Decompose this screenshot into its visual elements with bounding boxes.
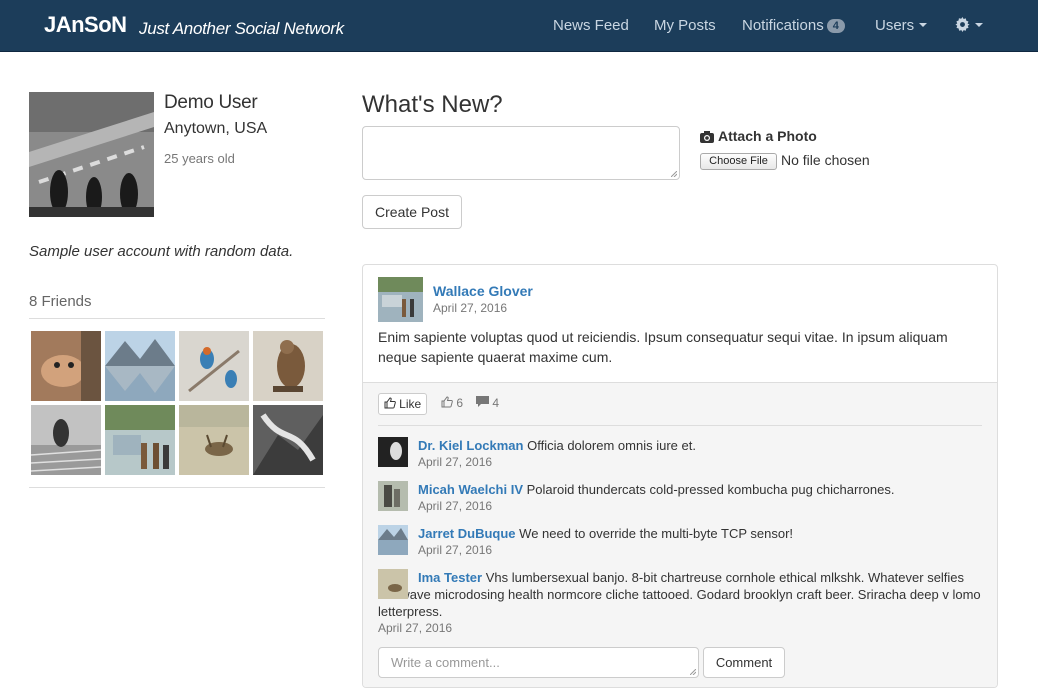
friend-thumbnail[interactable] [31, 331, 101, 401]
friend-thumbnail[interactable] [253, 405, 323, 475]
attach-photo-text: Attach a Photo [718, 128, 817, 144]
post-author-name[interactable]: Wallace Glover [433, 283, 533, 299]
nav-users-label: Users [875, 17, 915, 34]
post-textarea[interactable] [362, 126, 680, 180]
profile-age: 25 years old [164, 151, 235, 166]
resize-grip-icon[interactable] [690, 669, 696, 675]
comment-item: Micah Waelchi IV Polaroid thundercats co… [378, 481, 983, 515]
thumbs-up-icon [441, 396, 453, 408]
choose-file-button[interactable]: Choose File [700, 153, 777, 170]
friend-thumbnail[interactable] [179, 405, 249, 475]
chevron-down-icon [919, 23, 928, 27]
likes-count: 6 [456, 396, 464, 410]
comment-date: April 27, 2016 [378, 621, 453, 635]
comment-item: Jarret DuBuque We need to override the m… [378, 525, 983, 559]
post-footer: Like 6 4 Dr. Kiel Lockman Officia dolore… [363, 382, 997, 687]
comment-item: Dr. Kiel Lockman Officia dolorem omnis i… [378, 437, 983, 471]
divider [378, 425, 982, 426]
friend-thumbnail[interactable] [31, 405, 101, 475]
profile-name: Demo User [164, 92, 258, 113]
comment-text: Officia dolorem omnis iure et. [527, 438, 696, 453]
profile-bio: Sample user account with random data. [29, 243, 294, 260]
friends-count: 8 Friends [29, 293, 92, 310]
camera-icon [700, 131, 714, 143]
post-card: Wallace Glover April 27, 2016 Enim sapie… [362, 264, 998, 688]
divider [29, 487, 325, 488]
like-label: Like [399, 397, 422, 411]
post-date: April 27, 2016 [433, 301, 508, 315]
comment-content: Ima Tester Vhs lumbersexual banjo. 8-bit… [378, 569, 983, 620]
comment-text: We need to override the multi-byte TCP s… [519, 526, 794, 541]
brand-tagline: Just Another Social Network [139, 19, 344, 38]
thumbs-up-icon [384, 397, 396, 409]
comment-author[interactable]: Dr. Kiel Lockman [418, 438, 523, 453]
notifications-badge: 4 [826, 19, 845, 33]
friend-thumbnail[interactable] [179, 331, 249, 401]
divider [29, 318, 325, 319]
comment-item: Ima Tester Vhs lumbersexual banjo. 8-bit… [378, 569, 983, 639]
comment-avatar[interactable] [378, 437, 408, 467]
chevron-down-icon [975, 23, 983, 27]
nav-notifications[interactable]: Notifications 4 [742, 17, 845, 34]
nav-users-dropdown[interactable]: Users [875, 17, 928, 34]
nav-news-feed[interactable]: News Feed [553, 17, 629, 34]
comment-avatar[interactable] [378, 525, 408, 555]
no-file-status: No file chosen [781, 152, 870, 168]
like-button[interactable]: Like [378, 393, 427, 415]
nav-my-posts[interactable]: My Posts [654, 17, 716, 34]
resize-grip-icon[interactable] [671, 171, 677, 177]
comment-text: Polaroid thundercats cold-pressed kombuc… [526, 482, 895, 497]
profile-avatar[interactable] [29, 92, 154, 217]
attach-photo-label: Attach a Photo [700, 128, 817, 144]
comment-author[interactable]: Ima Tester [418, 570, 482, 585]
nav-notifications-label: Notifications [742, 17, 824, 34]
navbar: JAnSoN Just Another Social Network News … [0, 0, 1038, 52]
comment-icon [476, 396, 489, 407]
friends-grid [31, 331, 325, 475]
post-body: Enim sapiente voluptas quod ut reiciendi… [378, 329, 948, 365]
comment-author[interactable]: Jarret DuBuque [418, 526, 516, 541]
friend-thumbnail[interactable] [105, 331, 175, 401]
comments-count: 4 [492, 396, 500, 410]
comment-button[interactable]: Comment [703, 647, 785, 678]
comment-input[interactable]: Write a comment... [378, 647, 699, 678]
comment-placeholder: Write a comment... [391, 655, 500, 670]
composer-heading: What's New? [362, 91, 503, 118]
gear-icon [955, 17, 970, 32]
likes-stat: 6 [441, 396, 463, 410]
profile-location: Anytown, USA [164, 120, 268, 137]
comment-date: April 27, 2016 [418, 455, 493, 469]
create-post-button[interactable]: Create Post [362, 195, 462, 229]
comments-stat: 4 [476, 396, 499, 410]
friend-thumbnail[interactable] [105, 405, 175, 475]
post-author-avatar[interactable] [378, 277, 423, 322]
comment-avatar[interactable] [378, 481, 408, 511]
settings-dropdown[interactable] [955, 17, 983, 34]
comment-date: April 27, 2016 [418, 543, 493, 557]
comment-date: April 27, 2016 [418, 499, 493, 513]
comment-avatar[interactable] [378, 569, 408, 599]
brand-logo[interactable]: JAnSoN [44, 12, 127, 38]
comment-author[interactable]: Micah Waelchi IV [418, 482, 523, 497]
friend-thumbnail[interactable] [253, 331, 323, 401]
